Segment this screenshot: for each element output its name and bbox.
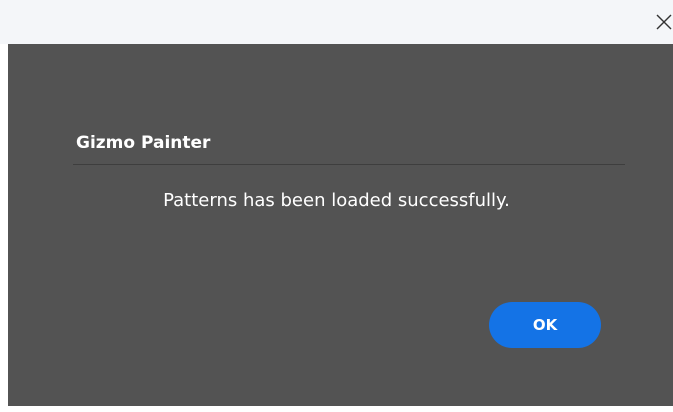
dialog-message: Patterns has been loaded successfully. bbox=[163, 190, 510, 211]
app-window: Gizmo Painter Patterns has been loaded s… bbox=[0, 0, 673, 412]
title-divider bbox=[73, 164, 625, 165]
close-button[interactable] bbox=[651, 6, 673, 36]
ok-button-label: OK bbox=[532, 316, 558, 334]
ok-button[interactable]: OK bbox=[489, 302, 601, 348]
close-icon bbox=[656, 14, 672, 30]
dialog-background bbox=[8, 44, 673, 406]
window-titlebar bbox=[0, 0, 673, 44]
dialog-title: Gizmo Painter bbox=[76, 133, 211, 153]
